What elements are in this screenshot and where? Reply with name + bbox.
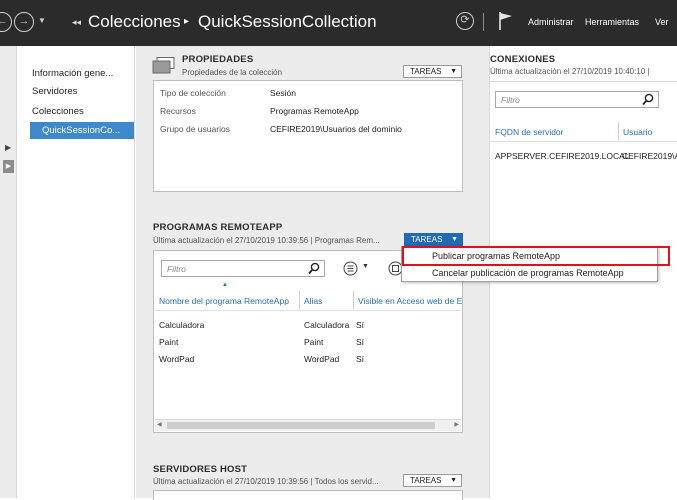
flag-icon[interactable]: [498, 11, 514, 31]
search-icon[interactable]: [642, 93, 654, 106]
tareas-label: TAREAS: [410, 67, 442, 76]
nav-quicksession-selected[interactable]: QuickSessionCo...: [30, 122, 134, 139]
table-cell[interactable]: Sí: [356, 320, 364, 330]
table-cell[interactable]: Paint: [304, 337, 323, 347]
divider: [483, 13, 484, 31]
conexiones-filter-input[interactable]: Filtro: [495, 91, 659, 108]
propiedades-panel: Tipo de colección Sesión Recursos Progra…: [153, 80, 463, 192]
propiedades-tareas-button[interactable]: TAREAS ▼: [403, 65, 462, 78]
table-cell[interactable]: Paint: [159, 337, 178, 347]
header-separator: [490, 141, 677, 142]
table-cell[interactable]: Sí: [356, 354, 364, 364]
nav-servidores[interactable]: Servidores: [32, 86, 77, 97]
prop-value: Sesión: [270, 88, 296, 98]
forward-icon[interactable]: →: [14, 12, 34, 32]
chevron-down-icon: ▼: [450, 477, 457, 484]
red-highlight-box: [402, 246, 670, 266]
column-header-visible[interactable]: Visible en Acceso web de E: [358, 296, 462, 306]
back-icon[interactable]: ←: [0, 12, 12, 32]
table-cell[interactable]: WordPad: [159, 354, 194, 364]
remoteapp-subtitle: Última actualización el 27/10/2019 10:39…: [153, 236, 380, 245]
title-bar: ← → ▼ ◂◂ Colecciones ▸ QuickSessionColle…: [0, 0, 677, 46]
servidores-host-panel: [153, 490, 463, 500]
chevron-down-icon: ▼: [451, 236, 458, 243]
table-cell[interactable]: WordPad: [304, 354, 339, 364]
tareas-label: TAREAS: [410, 476, 442, 485]
propiedades-title: PROPIEDADES: [182, 54, 254, 65]
properties-icon: [152, 57, 176, 75]
chevron-down-icon: ▼: [450, 68, 457, 75]
search-icon[interactable]: [308, 262, 320, 275]
column-header-name[interactable]: Nombre del programa RemoteApp: [159, 296, 289, 306]
nav-colecciones[interactable]: Colecciones: [32, 106, 84, 117]
left-collapse-strip: ▶ ▶: [0, 46, 17, 498]
header-separator: [155, 310, 461, 311]
horizontal-scrollbar[interactable]: ◀ ▶: [155, 419, 461, 431]
menu-administrar[interactable]: Administrar: [528, 17, 574, 27]
breadcrumb-back-icon: ◂◂: [72, 17, 82, 27]
breadcrumb-root[interactable]: Colecciones: [88, 12, 181, 32]
prop-label: Grupo de usuarios: [160, 124, 230, 134]
list-options-icon[interactable]: [343, 261, 358, 276]
conexiones-list: Filtro FQDN de servidor Usuario APPSERVE…: [490, 81, 677, 201]
navigation-pane: Información gene... Servidores Coleccion…: [18, 46, 135, 498]
column-divider[interactable]: [353, 291, 354, 309]
expand-arrow-icon[interactable]: ▶: [5, 143, 11, 152]
menu-item-cancelar-publicacion[interactable]: Cancelar publicación de programas Remote…: [432, 268, 624, 278]
prop-value: Programas RemoteApp: [270, 106, 359, 116]
column-divider[interactable]: [299, 291, 300, 309]
conexiones-subtitle: Última actualización el 27/10/2019 10:40…: [490, 67, 650, 76]
refresh-icon[interactable]: ⟳: [456, 12, 474, 30]
table-cell[interactable]: Calculadora: [159, 320, 204, 330]
menu-herramientas[interactable]: Herramientas: [585, 17, 639, 27]
column-header-alias[interactable]: Alias: [304, 296, 322, 306]
scrollbar-thumb[interactable]: [167, 422, 435, 429]
scroll-right-icon[interactable]: ▶: [454, 421, 459, 428]
filter-placeholder: Filtro: [501, 95, 520, 105]
scroll-left-icon[interactable]: ◀: [157, 421, 162, 428]
history-dropdown-icon[interactable]: ▼: [38, 16, 46, 25]
menu-ver[interactable]: Ver: [655, 17, 669, 27]
remoteapp-tareas-button[interactable]: TAREAS ▼: [404, 233, 463, 246]
filter-placeholder: Filtro: [167, 264, 186, 274]
nav-informacion-general[interactable]: Información gene...: [32, 68, 113, 79]
remoteapp-filter-input[interactable]: Filtro: [161, 260, 325, 277]
servidores-host-title: SERVIDORES HOST: [153, 464, 248, 475]
prop-label: Tipo de colección: [160, 88, 226, 98]
servidores-host-subtitle: Última actualización el 27/10/2019 10:39…: [153, 477, 379, 486]
remoteapp-title: PROGRAMAS REMOTEAPP: [153, 222, 283, 233]
sort-ascending-icon: ▲: [222, 282, 228, 288]
prop-label: Recursos: [160, 106, 196, 116]
table-cell[interactable]: CEFIRE2019\Ad: [622, 151, 677, 161]
propiedades-subtitle: Propiedades de la colección: [182, 68, 283, 77]
options-chevron-icon[interactable]: ▼: [362, 263, 369, 270]
prop-value: CEFIRE2019\Usuarios del dominio: [270, 124, 402, 134]
column-header-fqdn[interactable]: FQDN de servidor: [495, 127, 564, 137]
breadcrumb-current: QuickSessionCollection: [198, 12, 377, 31]
servidores-tareas-button[interactable]: TAREAS ▼: [403, 474, 462, 487]
table-cell[interactable]: Calculadora: [304, 320, 349, 330]
expand-selected-icon[interactable]: ▶: [3, 160, 14, 173]
column-divider[interactable]: [618, 122, 619, 140]
breadcrumb-separator-icon: ▸: [184, 16, 190, 27]
nav-selected-label: QuickSessionCo...: [42, 125, 121, 136]
conexiones-title: CONEXIONES: [490, 54, 556, 65]
tareas-label: TAREAS: [411, 235, 443, 244]
table-cell[interactable]: APPSERVER.CEFIRE2019.LOCAL: [495, 151, 630, 161]
column-header-usuario[interactable]: Usuario: [623, 127, 652, 137]
table-cell[interactable]: Sí: [356, 337, 364, 347]
